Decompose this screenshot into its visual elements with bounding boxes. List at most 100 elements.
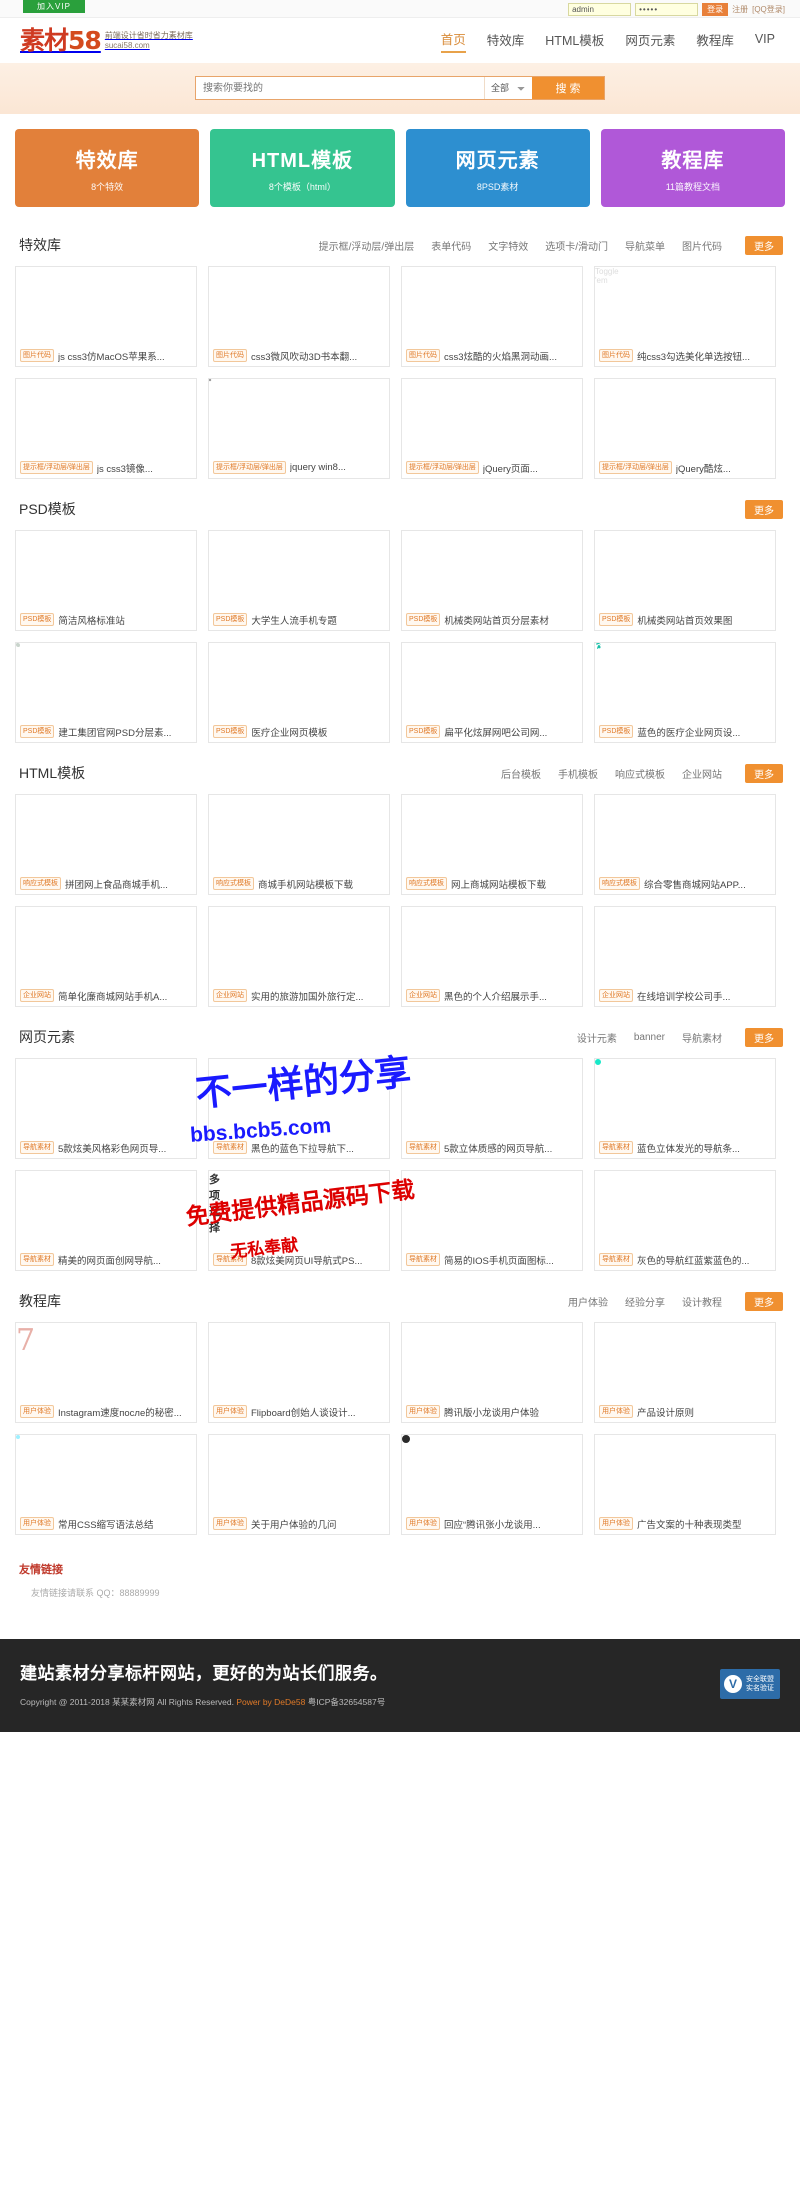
content-card[interactable]: 响应式模板 网上商城网站模板下载 [401,794,583,895]
content-card[interactable]: 用户体验 Instagram速度после的秘密... [15,1322,197,1423]
card-badge: 提示框/浮动层/弹出层 [599,461,672,474]
card-grid: PSD模板 简洁风格标准站 PSD模板 大学生人流手机专题 PSD模板 机械类网… [15,521,785,743]
card-title: 蓝色立体发光的导航条... [637,1143,740,1155]
section-more-button[interactable]: 更多 [745,1291,783,1311]
content-card[interactable]: 响应式模板 商城手机网站模板下载 [208,794,390,895]
section-more-button[interactable]: 更多 [745,763,783,783]
content-card[interactable]: 用户体验 广告文案的十种表现类型 [594,1434,776,1535]
content-card[interactable]: 企业网站 黑色的个人介绍展示手... [401,906,583,1007]
content-card[interactable]: 提示框/浮动层/弹出层 js css3镜像... [15,378,197,479]
content-card[interactable]: 响应式模板 拼团网上食品商城手机... [15,794,197,895]
search-scope-select[interactable]: 全部 [484,77,532,99]
content-card[interactable]: 导航素材 黑色的蓝色下拉导航下... [208,1058,390,1159]
section-more-button[interactable]: 更多 [745,235,783,255]
section-tag[interactable]: 提示框/浮动层/弹出层 [319,238,415,253]
section-tag[interactable]: 选项卡/滑动门 [545,238,608,253]
section-tag[interactable]: 导航素材 [682,1030,722,1045]
section-tag[interactable]: 导航菜单 [625,238,665,253]
section-title: PSD模板 [19,501,76,517]
content-card[interactable]: 用户体验 常用CSS缩写语法总结 [15,1434,197,1535]
section-tag[interactable]: 表单代码 [431,238,471,253]
section-tag[interactable]: 用户体验 [568,1294,608,1309]
password-input[interactable] [635,2,699,16]
content-card[interactable]: PSD模板 大学生人流手机专题 [208,530,390,631]
search-input[interactable] [196,77,484,99]
section-tag[interactable]: 经验分享 [625,1294,665,1309]
content-card[interactable]: PSD模板 机械类网站首页分层素材 [401,530,583,631]
promo-card-effects[interactable]: 特效库 8个特效 [15,129,200,207]
content-card[interactable]: 用户体验 腾讯版小龙谈用户体验 [401,1322,583,1423]
promo-desc: 8个特效 [91,181,124,192]
section-tag[interactable]: 后台模板 [501,766,541,781]
nav-item-effects[interactable]: 特效库 [487,30,525,52]
search-button[interactable]: 搜 索 [532,77,604,99]
content-card[interactable]: 导航素材 8款炫美网页UI导航式PS... [208,1170,390,1271]
content-card[interactable]: PSD模板 扁平化炫屏网吧公司网... [401,642,583,743]
content-card[interactable]: PSD模板 建工集团官网PSD分层素... [15,642,197,743]
content-card[interactable]: 用户体验 Flipboard创始人谈设计... [208,1322,390,1423]
content-card[interactable]: 企业网站 实用的旅游加国外旅行定... [208,906,390,1007]
section-tag[interactable]: 文字特效 [488,238,528,253]
content-card[interactable]: 提示框/浮动层/弹出层 jquery win8... [208,378,390,479]
promo-title: 教程库 [661,149,725,172]
content-card[interactable]: PSD模板 蓝色的医疗企业网页设... [594,642,776,743]
section-tag[interactable]: 设计元素 [577,1030,617,1045]
card-thumbnail [16,379,196,457]
content-card[interactable]: 企业网站 简单化廉商城网站手机A... [15,906,197,1007]
friend-links-desc: 友情链接请联系 QQ：88889999 [31,1588,160,1598]
content-card[interactable]: 用户体验 关于用户体验的几问 [208,1434,390,1535]
content-card[interactable]: 响应式模板 综合零售商城网站APP... [594,794,776,895]
content-card[interactable]: 图片代码 纯css3勾选美化单选按钮... [594,266,776,367]
register-link[interactable]: 注册 [732,4,748,15]
section-tag[interactable]: 图片代码 [682,238,722,253]
security-badge[interactable]: V 安全联盟 实名验证 [720,1668,780,1699]
content-card[interactable]: 提示框/浮动层/弹出层 jQuery酷炫... [594,378,776,479]
content-card[interactable]: 导航素材 5款炫美风格彩色网页导... [15,1058,197,1159]
card-thumbnail [209,379,389,457]
content-card[interactable]: 提示框/浮动层/弹出层 jQuery页面... [401,378,583,479]
join-vip-button[interactable]: 加入VIP [23,0,85,13]
content-card[interactable]: 导航素材 5款立体质感的网页导航... [401,1058,583,1159]
content-card[interactable]: 企业网站 在线培训学校公司手... [594,906,776,1007]
promo-card-elements[interactable]: 网页元素 8PSD素材 [405,129,590,207]
section-more-button[interactable]: 更多 [745,1027,783,1047]
login-button[interactable]: 登录 [702,2,729,16]
content-sections: 特效库 提示框/浮动层/弹出层 表单代码 文字特效 选项卡/滑动门 导航菜单 图片代码 更… [15,215,785,1535]
username-input[interactable] [568,2,632,16]
footer-power-by[interactable]: Power by DeDe58 [236,1697,305,1707]
content-card[interactable]: PSD模板 医疗企业网页模板 [208,642,390,743]
section-tag[interactable]: 手机模板 [558,766,598,781]
nav-item-web-elements[interactable]: 网页元素 [625,30,675,52]
content-card[interactable]: 用户体验 回应“腾讯张小龙谈用... [401,1434,583,1535]
content-card[interactable]: 用户体验 产品设计原则 [594,1322,776,1423]
content-card[interactable]: PSD模板 机械类网站首页效果图 [594,530,776,631]
nav-item-vip[interactable]: VIP [755,32,775,49]
card-title: 常用CSS缩写语法总结 [58,1519,154,1531]
section-tag[interactable]: 企业网站 [682,766,722,781]
card-badge: 提示框/浮动层/弹出层 [213,461,286,474]
content-card[interactable]: 图片代码 css3微风吹动3D书本翻... [208,266,390,367]
promo-card-tutorials[interactable]: 教程库 11篇教程文档 [600,129,785,207]
content-card[interactable]: 图片代码 js css3仿MacOS苹果系... [15,266,197,367]
card-badge: 用户体验 [20,1405,54,1418]
card-title: 5款炫美风格彩色网页导... [58,1143,167,1155]
content-card[interactable]: 图片代码 css3炫酷的火焰黑洞动画... [401,266,583,367]
site-logo[interactable]: 素材58 前端设计省时省力素材库 sucai58.com [15,28,193,53]
section-tag[interactable]: 响应式模板 [615,766,665,781]
content-card[interactable]: 导航素材 精美的网页面创网导航... [15,1170,197,1271]
section-tag[interactable]: 设计教程 [682,1294,722,1309]
nav-item-home[interactable]: 首页 [440,29,466,53]
nav-item-tutorials[interactable]: 教程库 [696,30,734,52]
nav-item-html-templates[interactable]: HTML模板 [545,30,604,52]
card-badge: 导航素材 [213,1253,247,1266]
card-thumbnail [16,1059,196,1137]
section-tag[interactable]: banner [634,1032,665,1043]
section-more-button[interactable]: 更多 [745,499,783,519]
promo-card-html[interactable]: HTML模板 8个模板（html） [210,129,395,207]
qq-login-link[interactable]: [QQ登录] [752,4,785,15]
content-card[interactable]: 导航素材 蓝色立体发光的导航条... [594,1058,776,1159]
content-card[interactable]: 导航素材 简易的IOS手机页面图标... [401,1170,583,1271]
content-card[interactable]: 导航素材 灰色的导航红蓝紫蓝色的... [594,1170,776,1271]
card-badge: PSD模板 [213,725,248,738]
content-card[interactable]: PSD模板 简洁风格标准站 [15,530,197,631]
